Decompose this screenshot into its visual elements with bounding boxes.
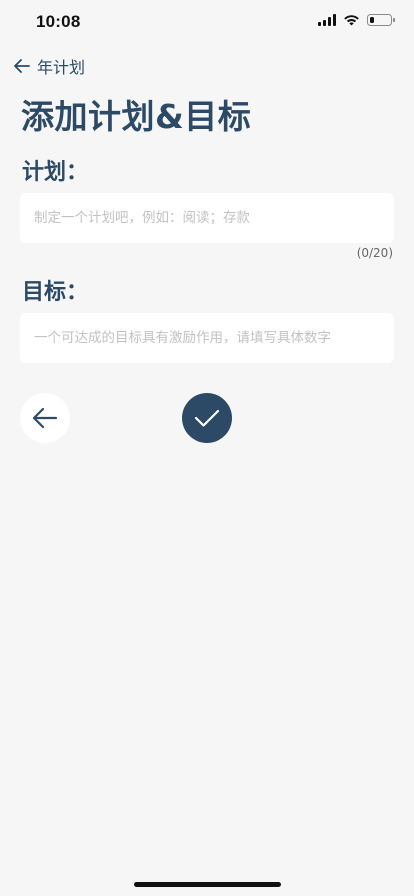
- status-icons: [318, 14, 395, 26]
- confirm-button[interactable]: [182, 393, 232, 443]
- wifi-icon: [344, 15, 359, 26]
- status-bar: 10:08: [0, 0, 414, 44]
- arrow-left-icon: [14, 59, 30, 73]
- home-indicator: [134, 882, 281, 887]
- battery-fill: [369, 16, 374, 23]
- checkmark-icon: [194, 409, 220, 427]
- battery-icon: [367, 14, 395, 26]
- nav-back-button[interactable]: 年计划: [13, 54, 85, 78]
- plan-input[interactable]: [20, 193, 394, 243]
- cellular-signal-icon: [318, 14, 336, 26]
- page-title: 添加计划&目标: [21, 97, 252, 136]
- goal-label: 目标：: [22, 280, 89, 305]
- arrow-left-icon: [32, 407, 58, 429]
- add-plan-screen: 10:08 年计划 添加计划&目标 计划： (0/: [0, 0, 414, 896]
- plan-label: 计划：: [22, 160, 89, 185]
- status-time: 10:08: [36, 12, 81, 31]
- goal-input[interactable]: [20, 313, 394, 363]
- back-button[interactable]: [20, 393, 70, 443]
- plan-char-count: (0/20): [356, 246, 393, 260]
- nav-back-label: 年计划: [37, 58, 86, 77]
